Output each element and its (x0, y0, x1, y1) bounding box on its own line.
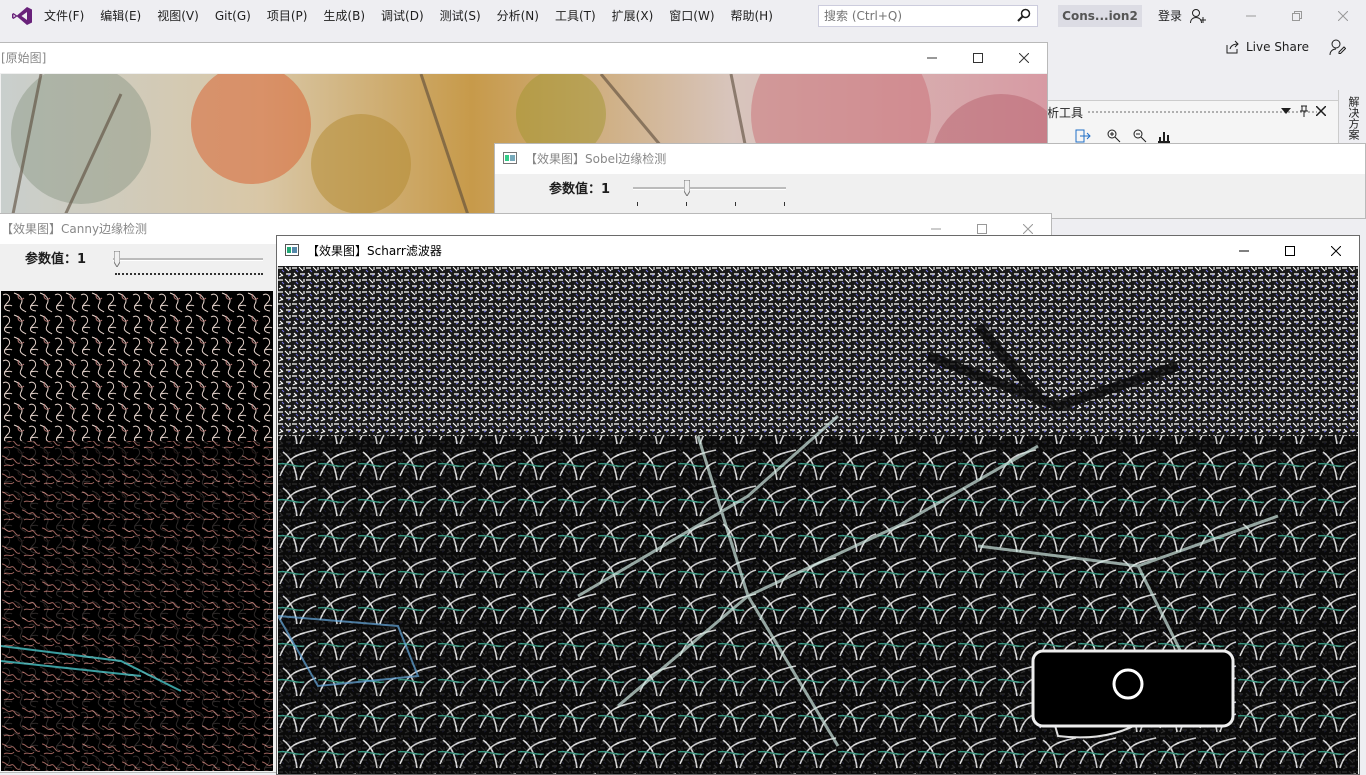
live-share-label: Live Share (1246, 40, 1309, 54)
menu-debug[interactable]: 调试(D) (373, 0, 432, 32)
maximize-icon (973, 53, 983, 63)
scharr-window-title: 【效果图】Scharr滤波器 (307, 244, 442, 258)
menu-analyze[interactable]: 分析(N) (489, 0, 547, 32)
share-icon (1226, 40, 1239, 54)
menu-project[interactable]: 项目(P) (259, 0, 316, 32)
signin-link[interactable]: 登录 (1158, 0, 1182, 32)
menu-git[interactable]: Git(G) (207, 0, 259, 32)
restore-icon (1292, 11, 1302, 21)
live-share-button[interactable]: Live Share (1226, 40, 1309, 54)
close-icon (1338, 11, 1348, 21)
menu-extensions[interactable]: 扩展(X) (604, 0, 662, 32)
chart-icon[interactable] (1157, 129, 1171, 143)
solution-name-badge: Cons...ion2 (1058, 5, 1142, 27)
pin-icon[interactable] (1299, 105, 1309, 117)
minimize-icon (1246, 15, 1256, 17)
search-input[interactable] (819, 6, 1009, 26)
scharr-window[interactable]: 【效果图】Scharr滤波器 (276, 235, 1360, 775)
sobel-slider-track[interactable] (633, 187, 786, 190)
menu-test[interactable]: 测试(S) (432, 0, 489, 32)
sobel-slider-thumb[interactable] (684, 180, 690, 196)
canny-param-label: 参数值：1 (25, 252, 87, 267)
canny-edge-image (1, 291, 273, 771)
vs-close-button[interactable] (1320, 0, 1366, 32)
menu-file[interactable]: 文件(F) (36, 0, 92, 32)
maximize-button[interactable] (1267, 236, 1313, 266)
vs-restore-button[interactable] (1274, 0, 1320, 32)
solution-explorer-side-tab[interactable]: 解决方案 (1338, 90, 1366, 150)
close-button[interactable] (1001, 43, 1047, 73)
close-icon (1019, 53, 1029, 63)
canny-slider-ticks (115, 273, 263, 279)
export-icon[interactable] (1075, 129, 1091, 143)
maximize-button[interactable] (955, 43, 1001, 73)
vs-minimize-button[interactable] (1228, 0, 1274, 32)
original-window-titlebar[interactable]: [原始图] (0, 43, 1047, 73)
original-window-title: [原始图] (1, 51, 47, 65)
menu-window[interactable]: 窗口(W) (661, 0, 722, 32)
visual-studio-logo-icon (12, 7, 32, 25)
canny-window-title: 【效果图】Canny边缘检测 (1, 222, 148, 236)
diagnostic-tool-window: 析工具 (1047, 100, 1366, 145)
window-app-icon (285, 244, 299, 256)
feedback-icon[interactable] (1328, 38, 1346, 56)
close-icon (1331, 246, 1341, 256)
minimize-button[interactable] (1221, 236, 1267, 266)
menu-bar: 文件(F) 编辑(E) 视图(V) Git(G) 项目(P) 生成(B) 调试(… (36, 0, 781, 32)
menu-help[interactable]: 帮助(H) (723, 0, 781, 32)
maximize-icon (1285, 246, 1295, 256)
window-app-icon (503, 152, 517, 164)
add-user-icon[interactable] (1190, 8, 1206, 24)
search-icon[interactable] (1017, 8, 1031, 22)
sobel-param-label: 参数值：1 (549, 182, 611, 197)
minimize-icon (927, 57, 937, 59)
close-icon (1023, 224, 1033, 234)
canny-slider-thumb[interactable] (114, 251, 120, 267)
chevron-down-icon[interactable] (1281, 108, 1291, 114)
canny-slider-track[interactable] (113, 258, 263, 261)
zoom-in-icon[interactable] (1107, 129, 1121, 143)
vs-titlebar: 文件(F) 编辑(E) 视图(V) Git(G) 项目(P) 生成(B) 调试(… (0, 0, 1366, 32)
side-tab-label: 解决方案 (1347, 96, 1360, 140)
menu-edit[interactable]: 编辑(E) (92, 0, 149, 32)
minimize-icon (931, 228, 941, 230)
minimize-icon (1239, 250, 1249, 252)
close-icon[interactable] (1316, 106, 1326, 116)
scharr-filter-image (278, 266, 1358, 774)
maximize-icon (977, 224, 987, 234)
minimize-button[interactable] (909, 43, 955, 73)
menu-view[interactable]: 视图(V) (149, 0, 207, 32)
menu-tools[interactable]: 工具(T) (547, 0, 604, 32)
search-box (818, 5, 1038, 27)
menu-build[interactable]: 生成(B) (315, 0, 373, 32)
scharr-window-titlebar[interactable]: 【效果图】Scharr滤波器 (277, 236, 1359, 266)
tool-window-title: 析工具 (1047, 106, 1084, 120)
sobel-window-title: 【效果图】Sobel边缘检测 (525, 152, 667, 166)
sobel-window[interactable]: 【效果图】Sobel边缘检测 参数值：1 (494, 143, 1366, 219)
close-button[interactable] (1313, 236, 1359, 266)
zoom-out-icon[interactable] (1133, 129, 1147, 143)
sobel-slider-ticks (637, 202, 785, 206)
sobel-window-titlebar[interactable]: 【效果图】Sobel边缘检测 (495, 144, 1365, 174)
